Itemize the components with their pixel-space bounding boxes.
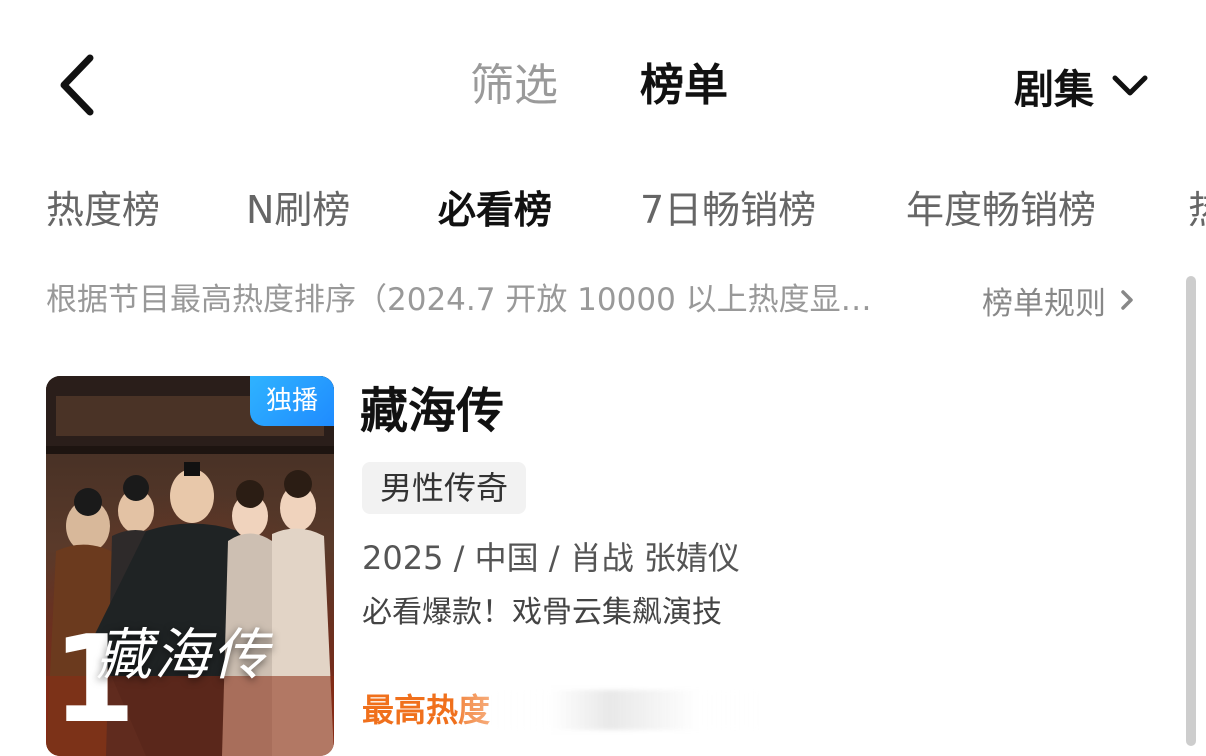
rank-tabs: 热度榜 N刷榜 必看榜 7日畅销榜 年度畅销榜 热: [0, 184, 1206, 240]
ranking-description: 根据节目最高热度排序（2024.7 开放 10000 以上热度显…: [46, 282, 872, 318]
rank-tab-annual-bestseller[interactable]: 年度畅销榜: [906, 184, 1096, 236]
poster-image[interactable]: 独播 1 藏海传: [46, 376, 334, 756]
genre-tag: 男性传奇: [362, 462, 527, 514]
chevron-left-icon: [60, 54, 94, 116]
poster-title: 藏海传: [96, 623, 270, 688]
item-description: 必看爆款！戏骨云集飙演技: [362, 595, 722, 630]
chevron-down-icon: [1112, 75, 1148, 96]
rank-tab-must-watch[interactable]: 必看榜: [438, 184, 552, 236]
rank-tab-rewatch[interactable]: N刷榜: [246, 184, 350, 236]
back-button[interactable]: [56, 52, 102, 118]
ranking-rules-link[interactable]: 榜单规则: [982, 280, 1134, 322]
category-label: 剧集: [1014, 67, 1094, 113]
chevron-right-icon: [1121, 290, 1133, 310]
blurred-overlay: [460, 690, 760, 730]
item-meta: 2025 / 中国 / 肖战 张婧仪: [362, 539, 740, 577]
category-dropdown[interactable]: 剧集: [1014, 58, 1148, 114]
item-title[interactable]: 藏海传: [360, 382, 504, 440]
rules-label: 榜单规则: [982, 285, 1106, 322]
exclusive-badge: 独播: [250, 376, 334, 426]
tab-filter[interactable]: 筛选: [470, 58, 558, 114]
rank-tab-7day-bestseller[interactable]: 7日畅销榜: [640, 184, 816, 236]
scrollbar[interactable]: [1186, 276, 1196, 746]
rank-tab-more[interactable]: 热: [1188, 184, 1206, 236]
tab-ranking[interactable]: 榜单: [640, 58, 728, 114]
rank-tab-hot[interactable]: 热度榜: [46, 184, 160, 236]
